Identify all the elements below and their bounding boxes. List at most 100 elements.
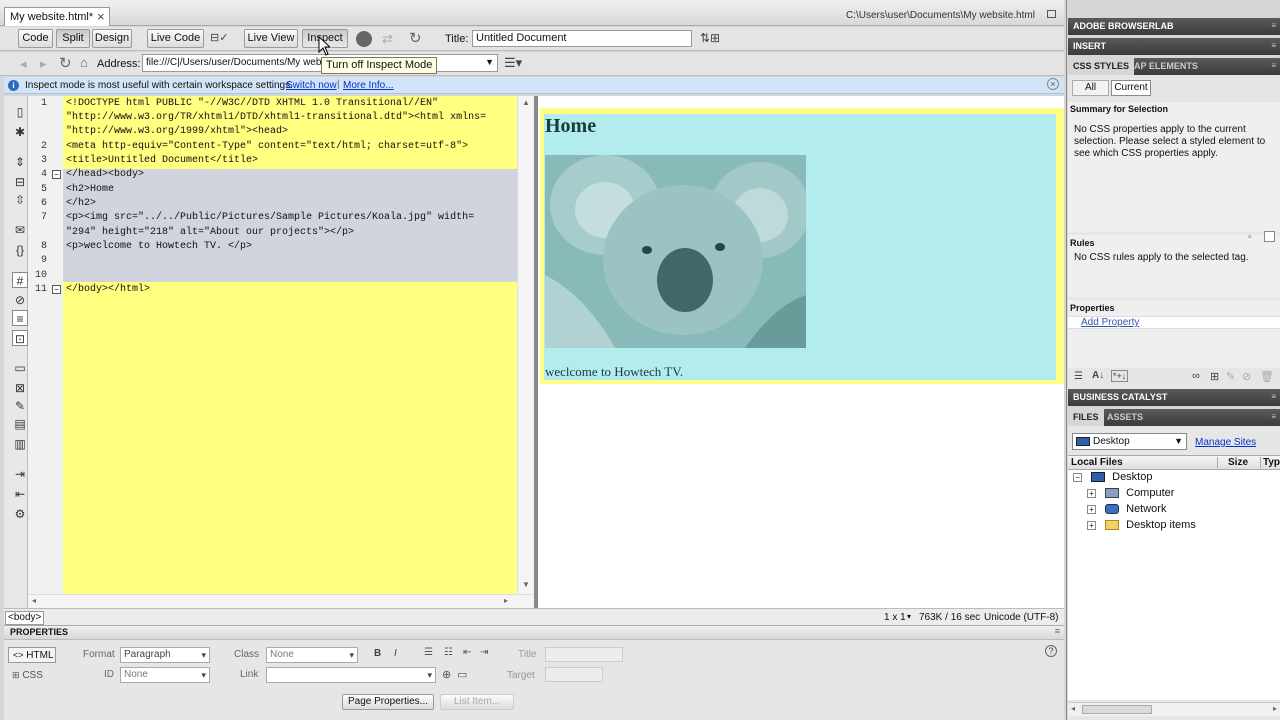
tab-ap-elements[interactable]: AP ELEMENTS — [1130, 58, 1202, 75]
edit-rule-icon[interactable]: ✎ — [1226, 370, 1235, 383]
recent-snippets-icon[interactable]: ▤ — [12, 416, 28, 432]
document-tab[interactable]: My website.html* × — [4, 7, 110, 26]
open-documents-icon[interactable]: ▯ — [12, 104, 28, 120]
insert-panel-header[interactable]: INSERT ≡ — [1068, 38, 1280, 55]
code-view-button[interactable]: Code — [18, 29, 53, 48]
koala-image[interactable] — [545, 155, 806, 348]
back-icon[interactable]: ◂ — [20, 56, 27, 72]
panel-menu-icon[interactable]: ≡ — [1271, 41, 1276, 51]
move-css-icon[interactable]: ▥ — [12, 436, 28, 452]
panel-menu-icon[interactable]: ≡ — [1271, 21, 1276, 31]
chevron-down-icon[interactable]: ▼ — [485, 57, 494, 67]
indent-code-icon[interactable]: ⇥ — [12, 466, 28, 482]
scroll-right-icon[interactable]: ▸ — [1273, 704, 1277, 713]
list-item-button[interactable]: List Item... — [440, 694, 514, 710]
address-input[interactable]: file:///C|/Users/user/Documents/My webs … — [142, 54, 498, 72]
manage-sites-link[interactable]: Manage Sites — [1195, 437, 1256, 448]
line-numbers-icon[interactable]: # — [12, 272, 28, 288]
scroll-left-icon[interactable]: ◂ — [1071, 704, 1075, 713]
browser-options-icon[interactable]: ☰▾ — [504, 55, 522, 71]
code-vertical-scrollbar[interactable]: ▲ ▼ — [517, 96, 534, 594]
site-select[interactable]: Desktop ▼ — [1072, 433, 1187, 450]
tree-item-computer[interactable]: + Computer — [1087, 485, 1174, 501]
panel-menu-icon[interactable]: ≡ — [1271, 61, 1276, 71]
validate-icon[interactable]: ⇅⊞ — [700, 31, 720, 45]
page-paragraph[interactable]: weclcome to Howtech TV. — [545, 364, 683, 380]
preview-globe-icon[interactable] — [356, 31, 372, 47]
refresh-icon[interactable]: ↻ — [409, 29, 422, 47]
size-column[interactable]: Size — [1217, 457, 1248, 468]
show-category-view-icon[interactable]: ☰ — [1074, 371, 1083, 382]
expand-toggle-icon[interactable]: + — [1087, 488, 1096, 498]
scroll-thumb[interactable] — [1082, 705, 1152, 714]
page-heading[interactable]: Home — [545, 115, 596, 138]
collapse-toggle-icon[interactable]: − — [52, 285, 61, 294]
expand-toggle-icon[interactable]: + — [1087, 520, 1096, 530]
ordered-list-icon[interactable]: ☷ — [444, 647, 453, 658]
design-view[interactable]: Home weclcome to Howtech TV. — [538, 96, 1064, 608]
file-management-icon[interactable]: ⇄ — [382, 31, 393, 47]
wrap-tag-icon[interactable]: ✎ — [12, 398, 28, 414]
rules-cascade-icon[interactable] — [1264, 231, 1275, 242]
restore-icon[interactable] — [1047, 10, 1056, 18]
scroll-right-icon[interactable]: ▸ — [504, 596, 508, 605]
live-view-button[interactable]: Live View — [244, 29, 298, 48]
code-editor[interactable]: <!DOCTYPE html PUBLIC "-//W3C//DTD XHTML… — [63, 96, 517, 594]
format-source-icon[interactable]: ⚙ — [12, 506, 28, 522]
browse-folder-icon[interactable]: ▭ — [457, 668, 467, 681]
zoom-chevron-icon[interactable]: ▾ — [907, 612, 911, 621]
outdent-code-icon[interactable]: ⇤ — [12, 486, 28, 502]
business-catalyst-panel-header[interactable]: BUSINESS CATALYST ≡ — [1068, 389, 1280, 406]
tree-item-desktop-items[interactable]: + Desktop items — [1087, 517, 1196, 533]
highlight-invalid-code-icon[interactable]: ⊘ — [12, 292, 28, 308]
tree-item-desktop[interactable]: − Desktop — [1073, 469, 1152, 485]
title-input[interactable]: Untitled Document — [472, 30, 692, 47]
indent-icon[interactable]: ⇥ — [480, 647, 488, 658]
css-mode-button[interactable]: ⊞ CSS — [12, 668, 56, 684]
attach-style-sheet-icon[interactable]: ∞ — [1192, 370, 1200, 382]
forward-icon[interactable]: ▸ — [40, 56, 47, 72]
disable-property-icon[interactable]: ⊘ — [1242, 370, 1251, 383]
files-horizontal-scrollbar[interactable]: ◂ ▸ — [1068, 702, 1280, 716]
more-info-link[interactable]: More Info... — [343, 80, 394, 91]
rules-info-icon[interactable]: ▫ — [1248, 232, 1252, 243]
reload-icon[interactable]: ↻ — [59, 54, 72, 72]
link-input[interactable] — [266, 667, 436, 683]
apply-comment-icon[interactable]: ▭ — [12, 360, 28, 376]
check-browser-compat-icon[interactable]: ⊟✓ — [210, 31, 230, 46]
class-select[interactable]: None — [266, 647, 358, 663]
page-properties-button[interactable]: Page Properties... — [342, 694, 434, 710]
tab-css-styles[interactable]: CSS STYLES — [1068, 58, 1135, 75]
scroll-down-icon[interactable]: ▼ — [522, 580, 530, 589]
unordered-list-icon[interactable]: ☰ — [424, 647, 433, 658]
target-select[interactable] — [545, 667, 603, 682]
css-mode-all-button[interactable]: All — [1072, 80, 1109, 96]
code-horizontal-scrollbar[interactable]: ◂ ▸ — [28, 594, 534, 608]
expand-toggle-icon[interactable]: + — [1087, 504, 1096, 514]
collapse-toggle-icon[interactable]: − — [1073, 472, 1082, 482]
live-code-button[interactable]: Live Code — [147, 29, 204, 48]
point-to-file-icon[interactable]: ⊕ — [442, 668, 451, 681]
delete-rule-icon[interactable]: 🗑 — [1260, 370, 1274, 383]
show-set-properties-icon[interactable]: *+↓ — [1111, 370, 1129, 382]
select-parent-tag-icon[interactable]: ✉ — [12, 222, 28, 238]
zoom-level[interactable]: 1 x 1 — [884, 612, 906, 623]
tab-files[interactable]: FILES — [1068, 409, 1104, 426]
panel-menu-icon[interactable]: ≡ — [1271, 412, 1276, 422]
add-property-link[interactable]: Add Property — [1081, 317, 1139, 328]
italic-button[interactable]: I — [394, 648, 397, 659]
add-property-row[interactable]: Add Property — [1068, 316, 1280, 329]
close-icon[interactable]: × — [97, 9, 105, 24]
css-mode-current-button[interactable]: Current — [1111, 80, 1151, 96]
word-wrap-icon[interactable]: ⊡ — [12, 330, 28, 346]
scroll-up-icon[interactable]: ▲ — [522, 98, 530, 107]
tab-assets[interactable]: ASSETS — [1103, 409, 1147, 426]
collapse-selection-icon[interactable]: ⊟ — [12, 174, 28, 190]
collapse-toggle-icon[interactable]: − — [52, 170, 61, 179]
show-alpha-view-icon[interactable]: A↓ — [1092, 370, 1104, 381]
help-icon[interactable]: ? — [1045, 645, 1057, 657]
browserlab-panel-header[interactable]: ADOBE BROWSERLAB ≡ — [1068, 18, 1280, 35]
design-view-button[interactable]: Design — [92, 29, 132, 48]
split-view-button[interactable]: Split — [56, 29, 90, 48]
show-code-navigator-icon[interactable]: ✱ — [12, 124, 28, 140]
